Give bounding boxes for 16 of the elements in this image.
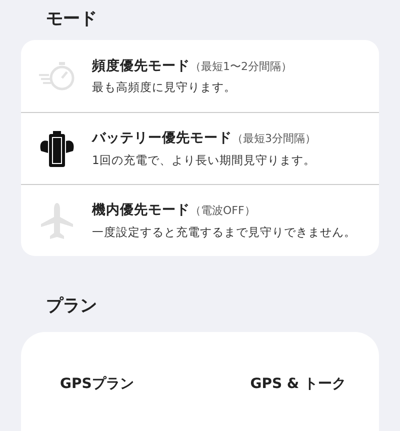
mode-note: （電波OFF） (190, 203, 256, 220)
mode-option[interactable]: 頻度優先モード（最短1〜2分間隔） 最も高頻度に見守ります。 (21, 40, 379, 112)
section-heading: プラン (45, 295, 98, 318)
mode-title: 頻度優先モード (92, 56, 190, 76)
plan-option[interactable]: GPSプラン (60, 374, 134, 395)
mode-note: （最短1〜2分間隔） (190, 58, 292, 75)
section-heading: モード (45, 8, 98, 31)
mode-title: バッテリー優先モード (92, 129, 232, 148)
mode-note: （最短3分間隔） (232, 131, 316, 148)
mode-option[interactable]: 機内優先モード（電波OFF） 一度設定すると充電するまで見守りできません。 (21, 184, 379, 256)
mode-description: 一度設定すると充電するまで見守りできません。 (92, 224, 356, 240)
mode-title: 機内優先モード (92, 201, 190, 220)
mode-description: 最も高頻度に見守ります。 (92, 79, 237, 96)
plan-option[interactable]: GPS & トーク (250, 374, 346, 395)
mode-description: 1回の充電で、より長い期間見守ります。 (92, 152, 316, 168)
mode-option[interactable]: バッテリー優先モード（最短3分間隔） 1回の充電で、より長い期間見守ります。 (21, 112, 379, 184)
